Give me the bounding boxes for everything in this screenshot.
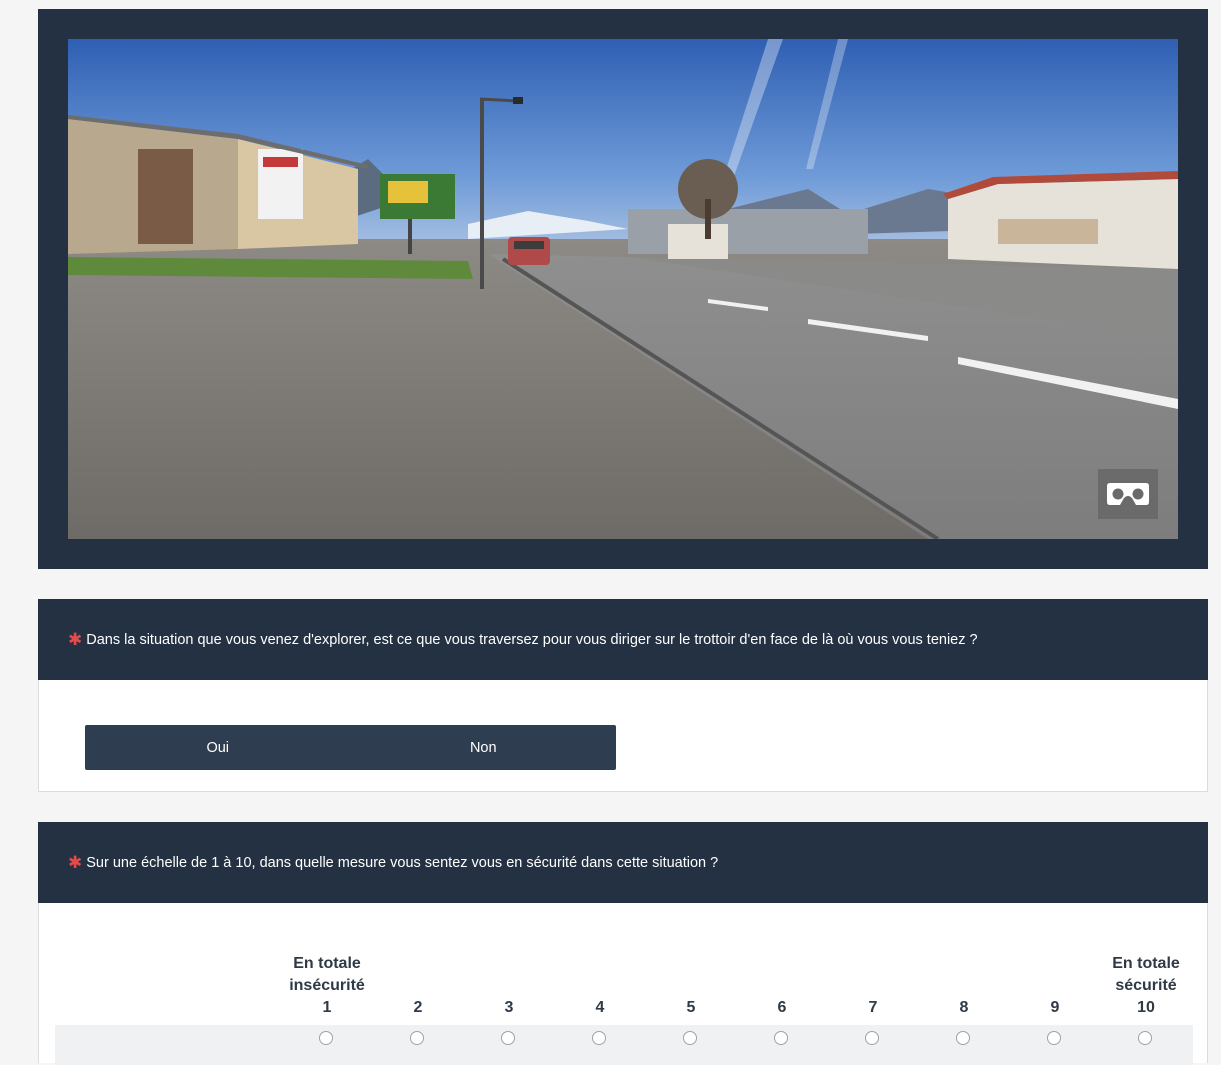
scale-value-label: 10: [1137, 999, 1155, 1016]
required-asterisk-icon: ✱: [68, 853, 83, 872]
scale-radio-6[interactable]: [774, 1031, 788, 1045]
question-crossing: ✱ Dans la situation que vous venez d'exp…: [38, 599, 1208, 792]
scale-column-3: 3: [464, 997, 554, 1019]
scale-column-5: 5: [646, 997, 736, 1019]
question-safety-scale: ✱ Sur une échelle de 1 à 10, dans quelle…: [38, 822, 1209, 1065]
scale-column-8: 8: [919, 997, 1009, 1019]
street-panorama-image: [68, 39, 1178, 539]
scale-min-label-line2: insécurité: [289, 977, 365, 994]
scale-min-label-line1: En totale: [293, 955, 361, 972]
question-text: Sur une échelle de 1 à 10, dans quelle m…: [86, 854, 719, 871]
question-answers: Oui Non: [38, 680, 1208, 792]
scale-value-label: 8: [959, 999, 969, 1016]
scale-column-9: 9: [1010, 997, 1100, 1019]
scale-radio-row: [55, 1025, 1193, 1065]
scale-column-4: 4: [555, 997, 645, 1019]
scale-radio-3[interactable]: [501, 1031, 515, 1045]
scale-value-label: 6: [777, 999, 787, 1016]
question-answers: En totale insécurité 1 2 3 4 5 6 7 8 9 E…: [38, 903, 1209, 1065]
scale-radio-5[interactable]: [683, 1031, 697, 1045]
scale-radio-7[interactable]: [865, 1031, 879, 1045]
scale-column-7: 7: [828, 997, 918, 1019]
scale-value-label: 4: [595, 999, 605, 1016]
yes-button[interactable]: Oui: [85, 725, 351, 770]
question-header: ✱ Dans la situation que vous venez d'exp…: [38, 599, 1208, 680]
scale-value-label: 3: [504, 999, 514, 1016]
scale-max-label-line1: En totale: [1112, 955, 1180, 972]
scale-value-label: 5: [686, 999, 696, 1016]
scale-column-1: En totale insécurité 1: [282, 953, 372, 1019]
yes-no-button-group: Oui Non: [85, 725, 616, 770]
scale-value-label: 7: [868, 999, 878, 1016]
question-text: Dans la situation que vous venez d'explo…: [86, 631, 978, 648]
scale-header: En totale insécurité 1 2 3 4 5 6 7 8 9 E…: [39, 953, 1209, 1025]
question-header: ✱ Sur une échelle de 1 à 10, dans quelle…: [38, 822, 1208, 903]
no-button[interactable]: Non: [351, 725, 617, 770]
scale-radio-4[interactable]: [592, 1031, 606, 1045]
panorama-viewer[interactable]: [68, 39, 1178, 539]
scale-max-label-line2: sécurité: [1115, 977, 1177, 994]
vr-mode-button[interactable]: [1098, 469, 1158, 519]
scale-value-label: 2: [413, 999, 423, 1016]
panorama-panel: [38, 9, 1208, 569]
scale-radio-10[interactable]: [1138, 1031, 1152, 1045]
scale-value-label: 9: [1050, 999, 1060, 1016]
scale-value-label: 1: [322, 999, 332, 1016]
vr-headset-icon: [1107, 483, 1149, 505]
scale-radio-1[interactable]: [319, 1031, 333, 1045]
scale-column-10: En totale sécurité 10: [1101, 953, 1191, 1019]
scale-radio-8[interactable]: [956, 1031, 970, 1045]
scale-column-2: 2: [373, 997, 463, 1019]
scale-column-6: 6: [737, 997, 827, 1019]
required-asterisk-icon: ✱: [68, 630, 83, 649]
scale-radio-2[interactable]: [410, 1031, 424, 1045]
scale-radio-9[interactable]: [1047, 1031, 1061, 1045]
